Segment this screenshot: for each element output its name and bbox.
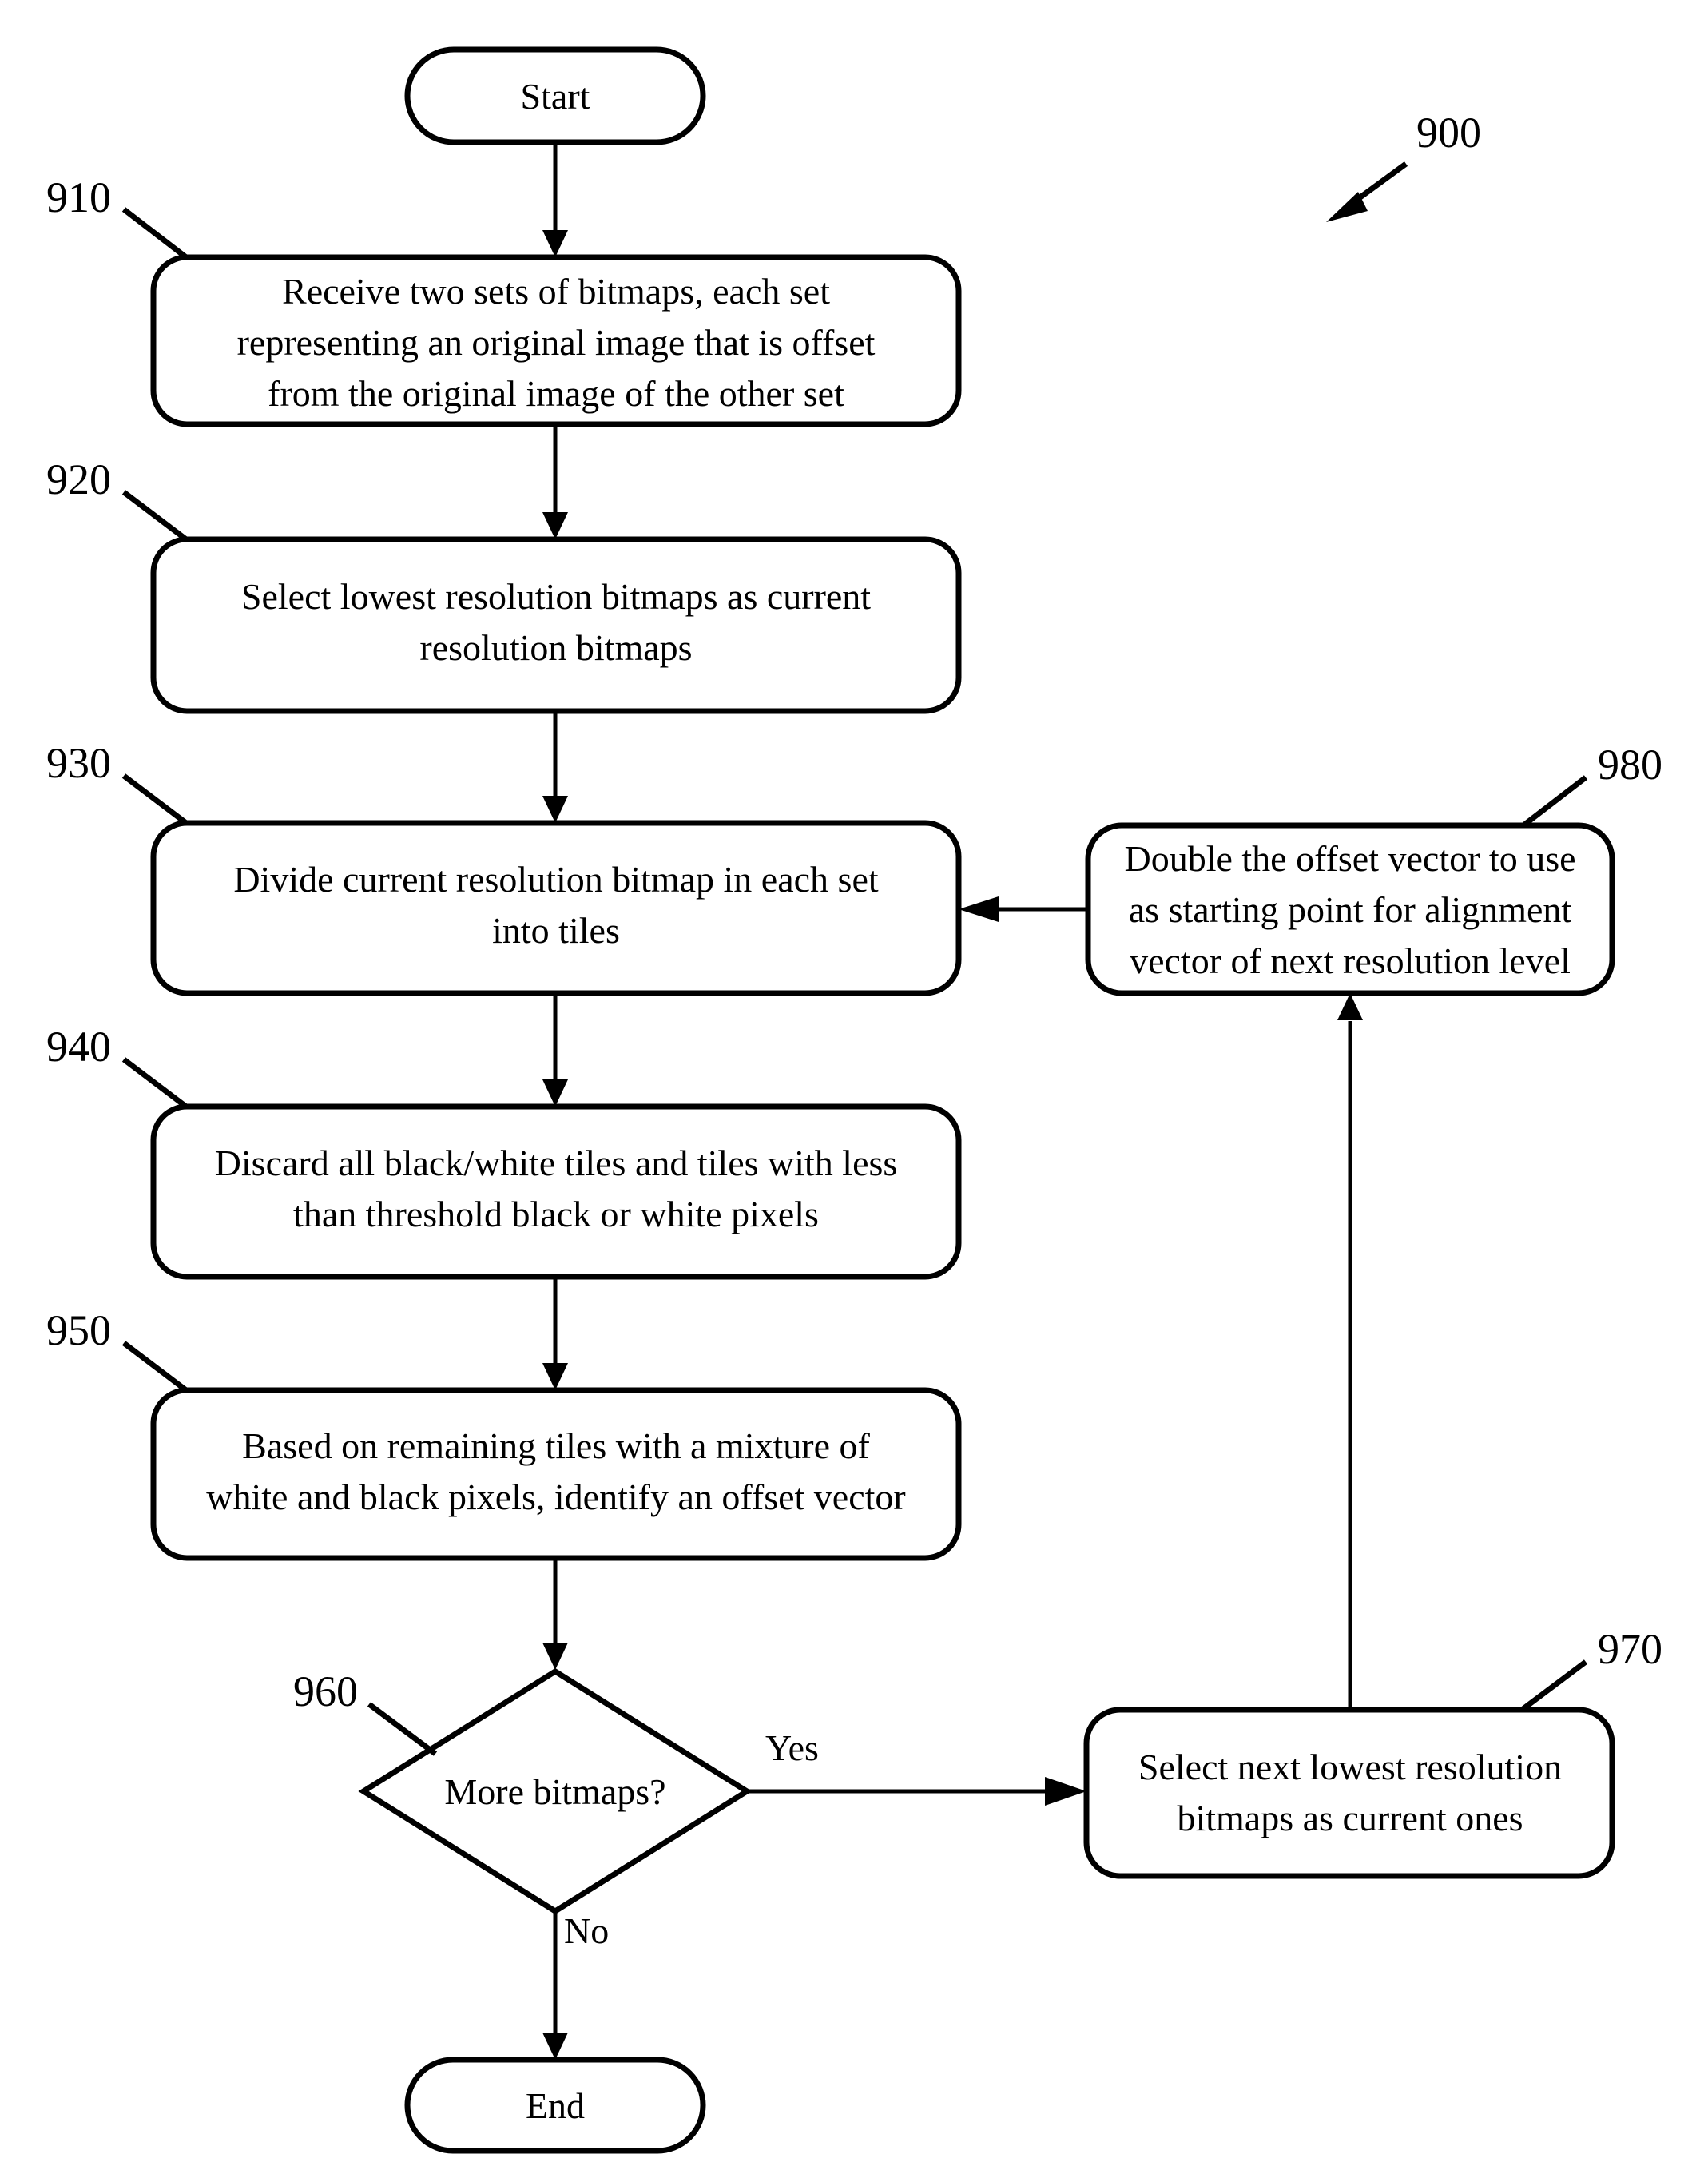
step-920-line-1: Select lowest resolution bitmaps as curr… (241, 576, 871, 617)
step-970-line-2: bitmaps as current ones (1177, 1798, 1523, 1838)
step-940-line-2: than threshold black or white pixels (293, 1194, 819, 1234)
step-930-line-2: into tiles (492, 910, 620, 951)
step-980-ref-number: 980 (1598, 741, 1662, 789)
step-970-ref-number: 970 (1598, 1625, 1662, 1673)
step-970-line-1: Select next lowest resolution (1138, 1747, 1562, 1787)
decision-960-label: More bitmaps? (444, 1771, 665, 1812)
connector-920-to-930 (542, 711, 568, 823)
figure-number-900: 900 (1416, 109, 1481, 157)
step-920-line-2: resolution bitmaps (419, 627, 692, 668)
connector-960-no-to-end: No (542, 1910, 609, 2060)
step-940-leader-line (121, 1057, 189, 1109)
step-940-line-1: Discard all black/white tiles and tiles … (215, 1143, 898, 1183)
connector-920-to-930-arrowhead (542, 796, 568, 823)
connector-940-to-950-arrowhead (542, 1363, 568, 1390)
step-980-leader-line (1521, 775, 1588, 828)
step-910-line-2: representing an original image that is o… (237, 322, 876, 363)
step-950-ref-number: 950 (46, 1306, 111, 1354)
branch-label-no: No (564, 1910, 609, 1951)
step-980-line-3: vector of next resolution level (1130, 940, 1571, 981)
start-terminal-label: Start (521, 76, 590, 117)
step-910-ref-number: 910 (46, 173, 111, 221)
step-940-ref-number: 940 (46, 1023, 111, 1071)
connector-960-yes-to-970: Yes (747, 1727, 1086, 1806)
decision-960-leader-line (367, 1702, 438, 1756)
connector-910-to-920-arrowhead (542, 512, 568, 539)
step-910-line-1: Receive two sets of bitmaps, each set (282, 271, 830, 312)
connector-start-to-910-arrowhead (542, 230, 568, 257)
flowchart-figure: 900 Start Receive two sets of bitmaps, e… (46, 46, 1662, 2154)
step-950-box (150, 1387, 962, 1561)
connector-910-to-920 (542, 424, 568, 539)
step-920: Select lowest resolution bitmaps as curr… (46, 455, 962, 714)
decision-960: More bitmaps? 960 (293, 1667, 753, 1915)
step-950-line-2: white and black pixels, identify an offs… (206, 1476, 905, 1517)
step-930: Divide current resolution bitmap in each… (46, 739, 962, 996)
connector-930-to-940 (542, 993, 568, 1107)
step-970: Select next lowest resolution bitmaps as… (1083, 1625, 1662, 1879)
branch-label-yes: Yes (765, 1727, 819, 1768)
step-940: Discard all black/white tiles and tiles … (46, 1023, 962, 1280)
step-910-line-3: from the original image of the other set (268, 373, 844, 414)
figure-number-900-group: 900 (1326, 109, 1481, 222)
step-930-leader-line (121, 773, 189, 825)
step-980: Double the offset vector to use as start… (1085, 741, 1662, 996)
connector-970-to-980-arrowhead (1337, 993, 1363, 1020)
connector-960-no-arrowhead (542, 2033, 568, 2060)
step-920-ref-number: 920 (46, 455, 111, 503)
connector-960-yes-arrowhead (1045, 1777, 1086, 1806)
step-970-leader-line (1519, 1659, 1588, 1712)
step-950-leader-line (121, 1341, 189, 1393)
connector-940-to-950 (542, 1277, 568, 1390)
connector-970-to-980 (1337, 993, 1363, 1710)
connector-980-to-930 (959, 896, 1088, 922)
step-930-line-1: Divide current resolution bitmap in each… (233, 859, 879, 900)
decision-960-ref-number: 960 (293, 1667, 358, 1715)
step-910: Receive two sets of bitmaps, each set re… (46, 173, 962, 427)
connector-950-to-960-arrowhead (542, 1643, 568, 1670)
step-980-line-1: Double the offset vector to use (1124, 838, 1575, 879)
connector-980-to-930-arrowhead (959, 896, 999, 922)
step-940-box (150, 1103, 962, 1280)
flowchart-canvas: 900 Start Receive two sets of bitmaps, e… (0, 0, 1708, 2166)
terminal-end: End (404, 2057, 706, 2154)
end-terminal-label: End (526, 2085, 585, 2126)
connector-start-to-910 (542, 142, 568, 257)
step-920-box (150, 536, 962, 714)
step-970-box (1083, 1707, 1615, 1879)
step-950: Based on remaining tiles with a mixture … (46, 1306, 962, 1561)
step-930-ref-number: 930 (46, 739, 111, 787)
step-920-leader-line (121, 490, 189, 542)
connector-930-to-940-arrowhead (542, 1079, 568, 1107)
step-950-line-1: Based on remaining tiles with a mixture … (242, 1425, 870, 1466)
step-980-line-2: as starting point for alignment (1129, 889, 1572, 930)
connector-950-to-960 (542, 1558, 568, 1670)
terminal-start: Start (404, 46, 706, 145)
step-930-box (150, 820, 962, 996)
step-910-leader-line (121, 207, 189, 260)
